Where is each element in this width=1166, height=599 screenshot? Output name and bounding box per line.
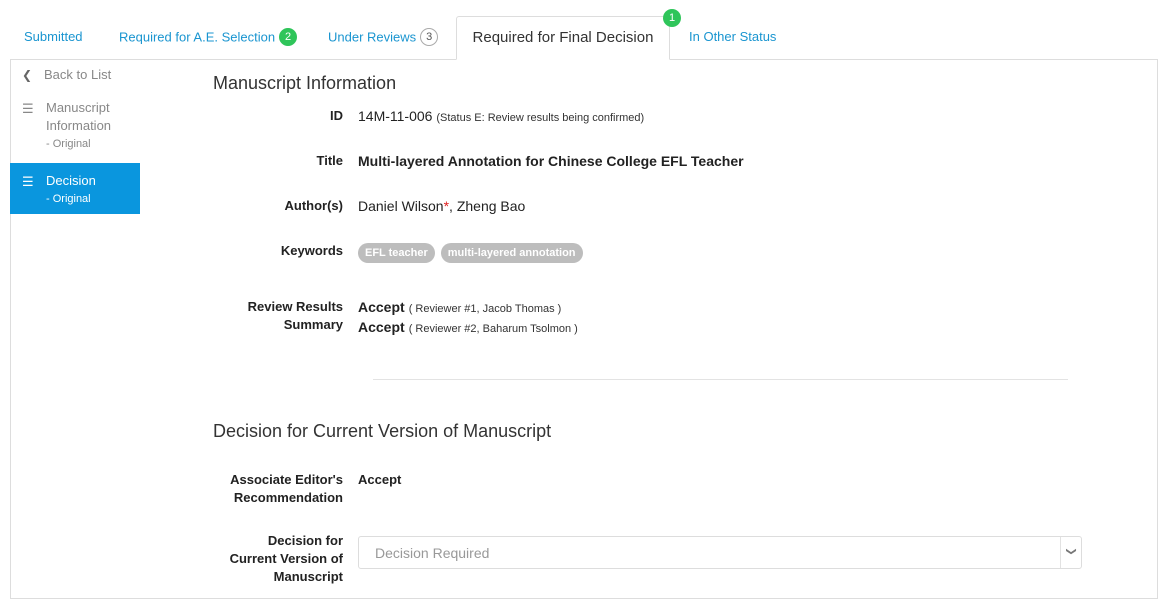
tab-under-reviews[interactable]: Under Reviews 3	[328, 28, 439, 46]
review-results-list: Accept( Reviewer #1, Jacob Thomas ) Acce…	[358, 298, 578, 338]
sidebar-item-sub: - Original	[46, 193, 91, 205]
ae-recommendation-label: Associate Editor's Recommendation	[153, 471, 343, 507]
sidebar-item-decision[interactable]: ☰ Decision - Original	[10, 163, 140, 214]
sidebar-item-sub: - Original	[46, 138, 91, 150]
back-to-list-link[interactable]: ❮ Back to List	[22, 67, 111, 82]
count-badge: 3	[420, 28, 439, 46]
keywords-label: Keywords	[280, 243, 343, 258]
list-icon: ☰	[22, 174, 34, 189]
review-result: Accept	[358, 299, 405, 315]
review-result-row: Accept( Reviewer #1, Jacob Thomas )	[358, 298, 578, 318]
tab-label: Submitted	[24, 29, 83, 45]
decision-label-line: Current Version of	[229, 551, 343, 566]
review-results-label-line: Summary	[283, 317, 343, 332]
chevron-left-icon: ❮	[22, 68, 33, 82]
tab-in-other-status[interactable]: In Other Status	[689, 28, 776, 44]
sidebar-item-manuscript-information[interactable]: ☰ Manuscript Information - Original	[10, 99, 140, 153]
tab-submitted[interactable]: Submitted	[24, 28, 83, 44]
decision-label-line: Decision for	[267, 533, 343, 548]
id-label: ID	[330, 108, 343, 123]
section-title-decision: Decision for Current Version of Manuscri…	[213, 421, 552, 441]
sidebar-item-label: Manuscript Information	[46, 100, 112, 133]
keywords-list: EFL teacher multi-layered annotation	[358, 242, 589, 263]
decision-select[interactable]: Decision Required ❯	[358, 536, 1082, 569]
chevron-down-icon[interactable]: ❯	[1065, 547, 1076, 555]
tab-label: Under Reviews	[328, 29, 417, 45]
tab-bar: Submitted Required for A.E. Selection 2 U…	[0, 0, 1166, 60]
ae-label-line: Associate Editor's	[230, 472, 343, 487]
manuscript-status: (Status E: Review results being confirme…	[436, 112, 645, 124]
review-results-label-line: Review Results	[247, 299, 343, 314]
author-name: Daniel Wilson	[358, 198, 444, 214]
count-badge: 1	[663, 9, 681, 27]
keyword-tag[interactable]: multi-layered annotation	[440, 243, 583, 263]
reviewer-info: ( Reviewer #2, Baharum Tsolmon )	[408, 323, 578, 335]
list-icon: ☰	[22, 101, 34, 116]
back-label: Back to List	[44, 67, 112, 82]
decision-label-line: Manuscript	[273, 569, 343, 584]
author-separator: ,	[449, 198, 457, 214]
section-divider	[373, 379, 1068, 380]
tab-label: Required for Final Decision	[472, 29, 654, 46]
tab-required-ae-selection[interactable]: Required for A.E. Selection 2	[119, 28, 298, 46]
review-result-row: Accept( Reviewer #2, Baharum Tsolmon )	[358, 318, 578, 338]
tab-label: In Other Status	[689, 29, 777, 45]
authors-value: Daniel Wilson*, Zheng Bao	[358, 197, 525, 215]
tab-label: Required for A.E. Selection	[119, 29, 276, 45]
section-title-manuscript: Manuscript Information	[213, 73, 397, 93]
title-label: Title	[316, 153, 344, 168]
ae-recommendation-value: Accept	[358, 472, 402, 487]
author-name: Zheng Bao	[456, 198, 526, 214]
authors-label: Author(s)	[284, 198, 344, 213]
id-value-row: 14M-11-006 (Status E: Review results bei…	[358, 107, 644, 127]
tab-required-final-decision[interactable]: Required for Final Decision	[456, 16, 670, 60]
review-result: Accept	[358, 319, 405, 335]
keyword-tag[interactable]: EFL teacher	[358, 243, 435, 263]
decision-select-placeholder: Decision Required	[375, 545, 490, 561]
count-badge: 2	[279, 28, 298, 46]
reviewer-info: ( Reviewer #1, Jacob Thomas )	[408, 303, 562, 315]
select-divider	[1060, 537, 1061, 568]
sidebar-item-label: Decision	[46, 173, 96, 188]
review-results-label: Review Results Summary	[153, 298, 343, 334]
ae-label-line: Recommendation	[233, 490, 343, 505]
manuscript-title: Multi-layered Annotation for Chinese Col…	[358, 153, 744, 169]
manuscript-id: 14M-11-006	[358, 108, 433, 124]
